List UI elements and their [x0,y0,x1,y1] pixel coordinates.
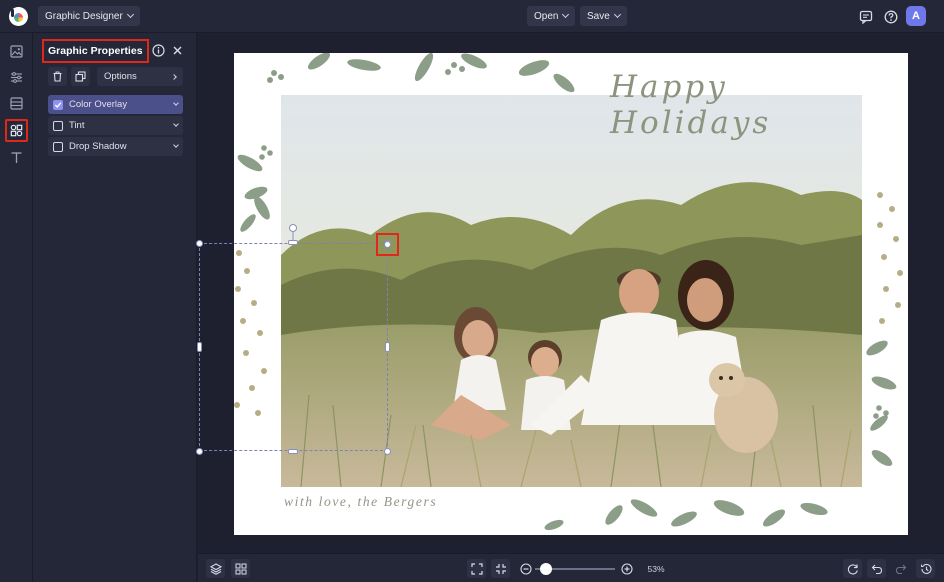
redo-icon[interactable] [891,559,910,578]
text-icon[interactable] [6,147,27,168]
highlighted-handle[interactable] [376,233,399,256]
drop-shadow-label: Drop Shadow [69,141,127,152]
save-label: Save [587,10,610,22]
chevron-down-icon [613,10,621,19]
app-logo[interactable] [9,7,28,26]
history-icon[interactable] [916,559,935,578]
chevron-down-icon[interactable] [173,121,179,127]
resize-handle-br[interactable] [384,448,391,455]
undo-icon[interactable] [867,559,886,578]
tool-rail [0,33,33,582]
zoom-in-icon[interactable] [617,559,636,578]
zoom-out-icon[interactable] [516,559,535,578]
drop-shadow-checkbox[interactable] [53,141,63,152]
delete-button[interactable] [48,67,67,86]
tint-label: Tint [69,120,85,131]
open-label: Open [534,10,559,22]
mode-label: Graphic Designer [45,10,123,22]
image-icon[interactable] [6,41,27,62]
selection-box[interactable] [199,243,388,451]
top-bar: Graphic Designer Open Save A [0,0,944,33]
resize-handle-tl[interactable] [196,240,203,247]
chevron-down-icon [562,10,570,19]
chat-icon[interactable] [857,8,874,25]
tint-checkbox[interactable] [53,120,63,131]
graphics-icon[interactable] [5,119,28,142]
chevron-right-icon [171,73,177,80]
options-button[interactable]: Options [97,67,183,86]
panel-title: Graphic Properties [42,39,149,63]
duplicate-icon [75,71,86,82]
avatar[interactable]: A [906,6,926,26]
chevron-down-icon [126,10,134,19]
fit-screen-icon[interactable] [467,559,486,578]
bottom-bar: 53% [198,553,944,582]
resize-handle-left[interactable] [197,342,202,352]
actual-size-icon[interactable] [491,559,510,578]
card-title[interactable]: Happy Holidays [610,69,890,141]
grid-icon[interactable] [231,559,250,578]
resize-handle-bl[interactable] [196,448,203,455]
mode-dropdown[interactable]: Graphic Designer [38,6,140,26]
chevron-down-icon[interactable] [173,142,179,148]
layers-icon[interactable] [206,559,225,578]
rotate-handle-icon[interactable] [287,223,299,243]
close-icon[interactable] [169,42,186,59]
resize-handle-right[interactable] [385,342,390,352]
duplicate-button[interactable] [71,67,90,86]
color-overlay-row[interactable]: Color Overlay [48,95,183,114]
sliders-icon[interactable] [6,67,27,88]
options-label: Options [104,71,137,82]
color-overlay-checkbox[interactable] [53,99,63,110]
save-button[interactable]: Save [580,6,627,26]
info-icon[interactable] [150,42,167,59]
resize-handle-bottom[interactable] [288,449,298,454]
trash-icon [53,71,62,82]
tint-row[interactable]: Tint [48,116,183,135]
rotate-icon[interactable] [843,559,862,578]
zoom-level: 53% [647,563,665,574]
open-button[interactable]: Open [527,6,576,26]
canvas-stage[interactable]: Happy Holidays with love, the Bergers [196,33,944,553]
zoom-slider-knob[interactable] [540,563,552,575]
drop-shadow-row[interactable]: Drop Shadow [48,137,183,156]
check-icon [54,101,62,108]
card-signature[interactable]: with love, the Bergers [284,494,437,510]
chevron-down-icon[interactable] [173,100,179,106]
color-overlay-label: Color Overlay [69,99,128,110]
layout-icon[interactable] [6,93,27,114]
graphic-properties-panel: Graphic Properties Options Color Overlay… [33,33,197,582]
help-icon[interactable] [882,8,899,25]
